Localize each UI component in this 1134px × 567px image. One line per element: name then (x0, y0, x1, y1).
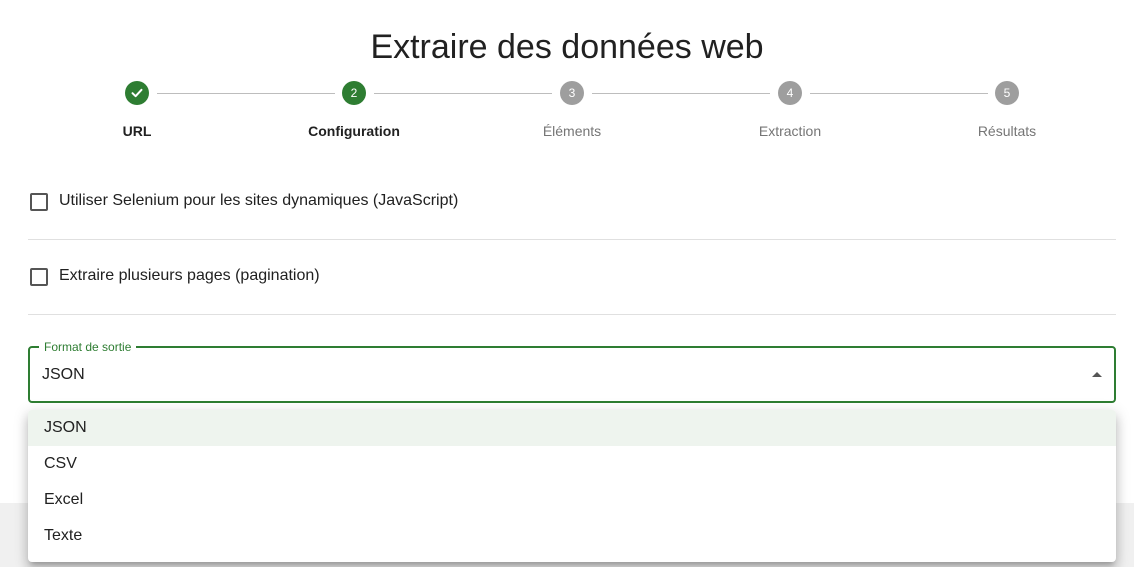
pagination-checkbox-label[interactable]: Extraire plusieurs pages (pagination) (59, 267, 320, 285)
step-label-elements[interactable]: Éléments (492, 123, 652, 139)
step-5-circle[interactable]: 5 (995, 81, 1019, 105)
step-label-extraction[interactable]: Extraction (710, 123, 870, 139)
step-connector (592, 93, 770, 94)
selenium-option-row: Utiliser Selenium pour les sites dynamiq… (28, 165, 1116, 240)
menu-option-json[interactable]: JSON (28, 410, 1116, 446)
step-connector (810, 93, 988, 94)
menu-option-csv[interactable]: CSV (28, 446, 1116, 482)
pagination-checkbox[interactable] (30, 268, 48, 286)
menu-option-excel[interactable]: Excel (28, 482, 1116, 518)
step-label-results[interactable]: Résultats (927, 123, 1087, 139)
selenium-checkbox[interactable] (30, 193, 48, 211)
stepper: 2 3 4 5 URL Configuration Éléments Extra… (0, 81, 1134, 151)
output-format-label: Format de sortie (39, 339, 137, 355)
menu-option-texte[interactable]: Texte (28, 518, 1116, 554)
step-1-done-circle[interactable] (125, 81, 149, 105)
step-2-circle[interactable]: 2 (342, 81, 366, 105)
step-label-configuration[interactable]: Configuration (274, 123, 434, 139)
pagination-option-row: Extraire plusieurs pages (pagination) (28, 240, 1116, 315)
step-connector (157, 93, 335, 94)
check-icon (131, 88, 143, 98)
output-format-menu: JSON CSV Excel Texte (28, 410, 1116, 562)
caret-up-icon (1092, 372, 1102, 377)
output-format-select[interactable]: Format de sortie JSON (28, 339, 1116, 403)
step-4-circle[interactable]: 4 (778, 81, 802, 105)
step-label-url[interactable]: URL (57, 123, 217, 139)
page-title: Extraire des données web (370, 28, 764, 66)
step-connector (374, 93, 552, 94)
output-format-value: JSON (42, 366, 85, 383)
step-3-circle[interactable]: 3 (560, 81, 584, 105)
selenium-checkbox-label[interactable]: Utiliser Selenium pour les sites dynamiq… (59, 192, 458, 210)
